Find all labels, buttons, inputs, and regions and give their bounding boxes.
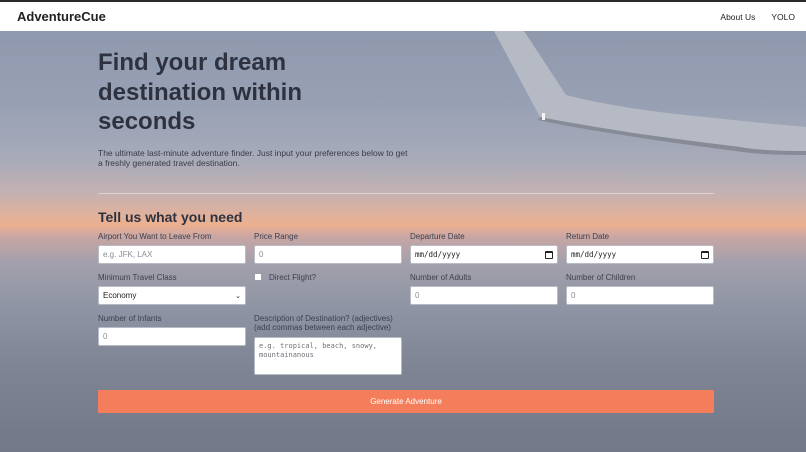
- nav-link-yolo[interactable]: YOLO: [771, 12, 795, 22]
- adults-field-group: Number of Adults 0: [410, 272, 558, 305]
- infants-label: Number of Infants: [98, 313, 162, 323]
- form-heading: Tell us what you need: [98, 208, 243, 225]
- nav-link-about-us[interactable]: About Us: [720, 12, 755, 22]
- travel-class-select[interactable]: Economy ⌄: [98, 286, 246, 305]
- infants-input[interactable]: 0: [98, 327, 246, 346]
- price-value: 0: [259, 250, 264, 259]
- airport-placeholder: e.g. JFK, LAX: [103, 250, 153, 259]
- children-value: 0: [571, 291, 576, 300]
- return-date-value: mm/dd/yyyy: [571, 250, 617, 259]
- return-date-input[interactable]: mm/dd/yyyy: [566, 245, 714, 264]
- nav-links: About Us YOLO: [720, 12, 795, 22]
- navbar: AdventureCue About Us YOLO: [0, 0, 806, 31]
- hero-section: Find your dream destination within secon…: [0, 31, 806, 452]
- infants-field-group: Number of Infants 0: [98, 313, 246, 346]
- adults-value: 0: [415, 291, 420, 300]
- direct-flight-label: Direct Flight?: [269, 272, 317, 282]
- price-label: Price Range: [254, 231, 299, 241]
- brand-logo[interactable]: AdventureCue: [17, 9, 106, 24]
- departure-label: Departure Date: [410, 231, 465, 241]
- airport-input[interactable]: e.g. JFK, LAX: [98, 245, 246, 264]
- infants-value: 0: [103, 332, 108, 341]
- airport-label: Airport You Want to Leave From: [98, 231, 212, 241]
- price-field-group: Price Range 0: [254, 231, 402, 264]
- generate-adventure-button[interactable]: Generate Adventure: [98, 390, 714, 413]
- description-placeholder: e.g. tropical, beach, snowy, mountainano…: [259, 341, 378, 359]
- children-input[interactable]: 0: [566, 286, 714, 305]
- airport-field-group: Airport You Want to Leave From e.g. JFK,…: [98, 231, 246, 264]
- return-label: Return Date: [566, 231, 610, 241]
- travel-class-label: Minimum Travel Class: [98, 272, 177, 282]
- direct-flight-field-group: Direct Flight?: [254, 273, 402, 282]
- price-input[interactable]: 0: [254, 245, 402, 264]
- description-label: Description of Destination? (adjectives)…: [254, 313, 393, 333]
- description-textarea[interactable]: e.g. tropical, beach, snowy, mountainano…: [254, 336, 402, 375]
- hero-title: Find your dream destination within secon…: [98, 49, 302, 135]
- hero-content: Find your dream destination within secon…: [98, 48, 714, 422]
- calendar-icon[interactable]: [701, 250, 709, 259]
- description-field-group: Description of Destination? (adjectives)…: [254, 314, 402, 375]
- travel-class-field-group: Minimum Travel Class Economy ⌄: [98, 272, 246, 305]
- return-field-group: Return Date mm/dd/yyyy: [566, 231, 714, 264]
- calendar-icon[interactable]: [545, 250, 553, 259]
- departure-date-input[interactable]: mm/dd/yyyy: [410, 245, 558, 264]
- hero-subtitle: The ultimate last-minute adventure finde…: [98, 147, 408, 169]
- direct-flight-checkbox[interactable]: [254, 273, 262, 281]
- direct-flight-row: Direct Flight?: [254, 273, 402, 282]
- departure-field-group: Departure Date mm/dd/yyyy: [410, 231, 558, 264]
- divider: [98, 192, 714, 194]
- adults-input[interactable]: 0: [410, 286, 558, 305]
- chevron-down-icon: ⌄: [235, 292, 241, 300]
- children-label: Number of Children: [566, 272, 636, 282]
- departure-date-value: mm/dd/yyyy: [415, 250, 461, 259]
- adults-label: Number of Adults: [410, 272, 472, 282]
- travel-class-value: Economy: [103, 291, 137, 300]
- children-field-group: Number of Children 0: [566, 272, 714, 305]
